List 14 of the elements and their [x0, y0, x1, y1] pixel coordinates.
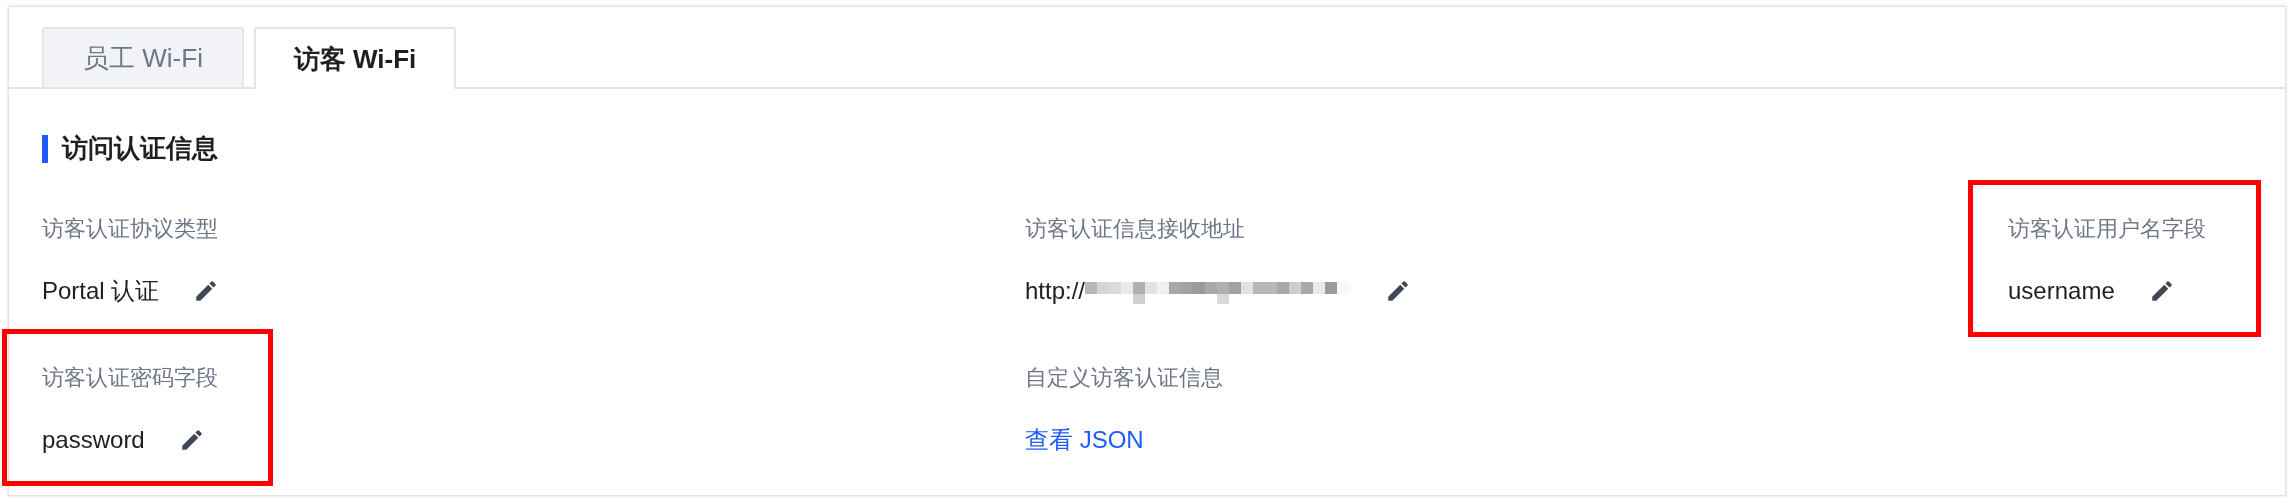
field-label: 自定义访客认证信息 [1025, 364, 1223, 392]
view-json-link[interactable]: 查看 JSON [1025, 422, 1223, 458]
section-title: 访问认证信息 [62, 132, 218, 165]
field-value: http:// [1025, 276, 1086, 306]
tab[interactable]: 员工 Wi-Fi [42, 27, 244, 87]
field-label: 访客认证密码字段 [42, 364, 218, 392]
field-label: 访客认证用户名字段 [2008, 215, 2206, 243]
field-value: password [42, 425, 145, 455]
accent-bar [42, 134, 48, 163]
field-value: Portal 认证 [42, 276, 160, 306]
field-label: 访客认证信息接收地址 [1025, 215, 1246, 243]
field-value: username [2008, 276, 2115, 306]
tab[interactable]: 访客 Wi-Fi [254, 27, 456, 89]
field-label: 访客认证协议类型 [42, 215, 219, 243]
